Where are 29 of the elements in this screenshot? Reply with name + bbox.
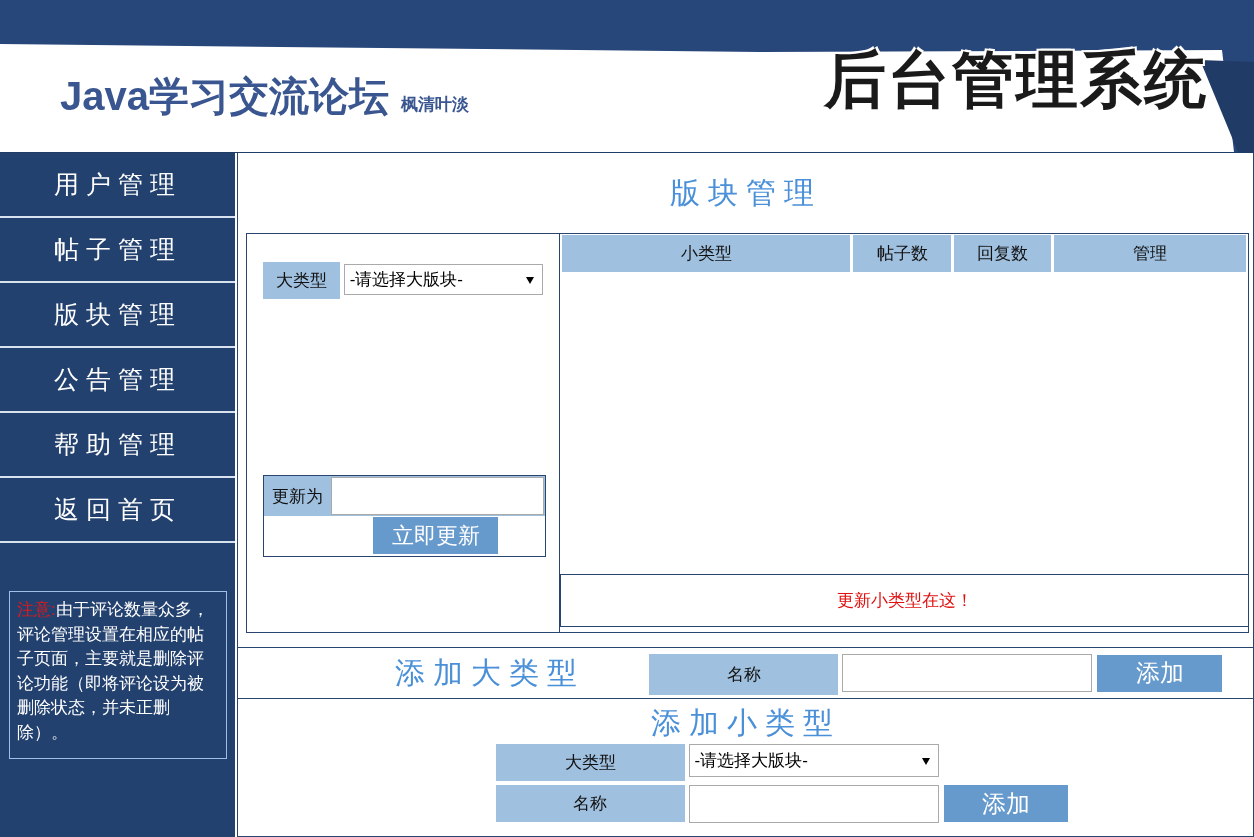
column-header: 管理: [1054, 235, 1246, 272]
page-title: 版块管理: [669, 174, 822, 211]
nav-item[interactable]: 用户管理: [0, 153, 235, 218]
system-name: 后台管理系统: [824, 44, 1208, 116]
column-header: 回复数: [954, 235, 1051, 272]
site-subtitle: 枫清叶淡: [401, 94, 469, 116]
site-title: Java学习交流论坛: [60, 73, 389, 120]
input-field[interactable]: [842, 654, 1092, 692]
column-header: 帖子数: [853, 235, 951, 272]
nav-item[interactable]: 返回首页: [0, 478, 235, 543]
input-field[interactable]: [688, 785, 939, 823]
field-label: 名称: [495, 785, 685, 822]
footer-message: 更新小类型在这！: [836, 590, 973, 612]
caret-icon: [526, 275, 534, 284]
nav-item[interactable]: 帮助管理: [0, 413, 235, 478]
input-field[interactable]: [331, 477, 544, 515]
category-select[interactable]: -请选择大版块-: [688, 744, 939, 777]
nav-item[interactable]: 帖子管理: [0, 218, 235, 283]
section-heading: 添加大类型: [395, 654, 586, 691]
nav-item[interactable]: 版块管理: [0, 283, 235, 348]
field-label: 名称: [649, 653, 838, 695]
nav-item[interactable]: 公告管理: [0, 348, 235, 413]
field-label: 大类型: [495, 744, 685, 781]
section-heading: 添加小类型: [650, 705, 841, 741]
caret-icon: [921, 756, 930, 765]
field-label: 大类型: [263, 262, 340, 299]
notice-text: 注意:由于评论数量众多，评论管理设置在相应的帖子页面，主要就是删除评论功能（即将评论设为被删除状态，并未正删除）。: [17, 599, 210, 744]
column-header: 小类型: [562, 235, 850, 272]
category-select[interactable]: -请选择大版块-: [343, 264, 543, 295]
